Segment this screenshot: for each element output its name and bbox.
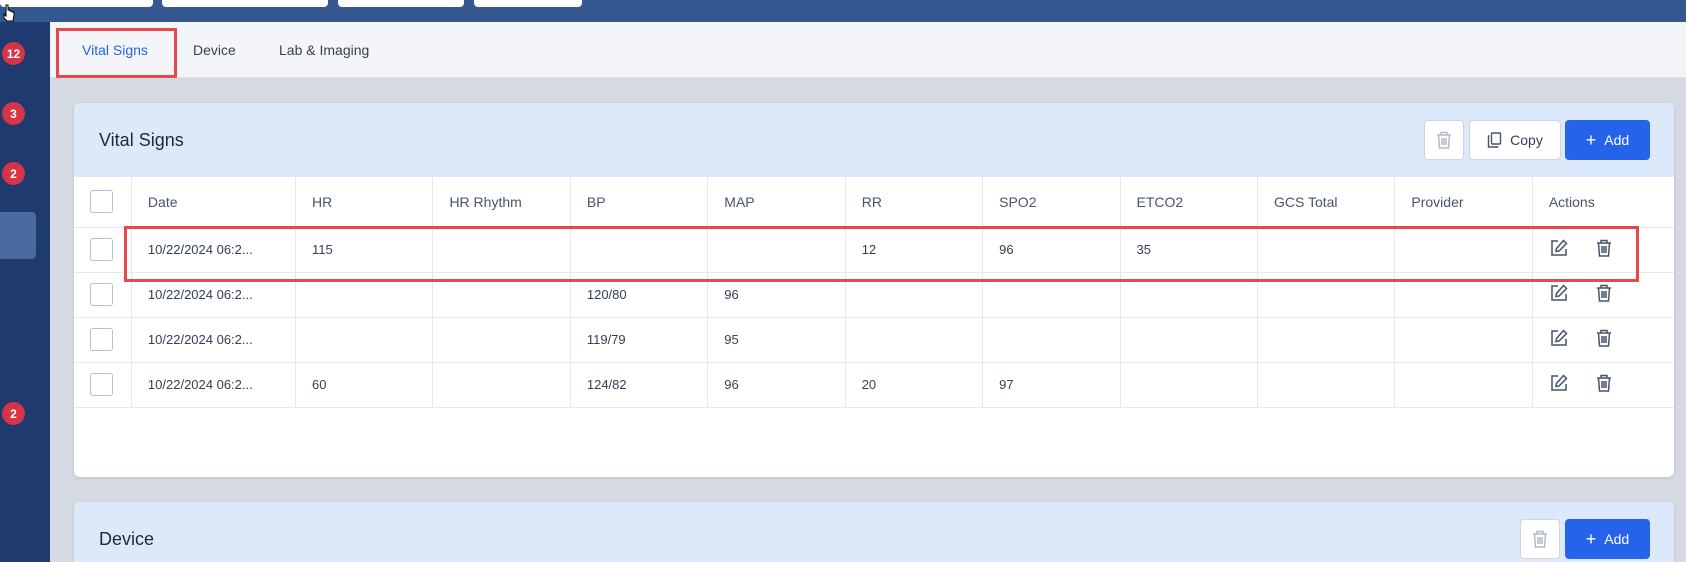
row-checkbox[interactable]: [90, 283, 113, 306]
copy-button[interactable]: Copy: [1469, 120, 1561, 160]
column-header[interactable]: RR: [845, 177, 984, 228]
trash-icon: [1533, 530, 1547, 548]
add-button-label: Add: [1604, 132, 1630, 148]
edit-row-button[interactable]: [1549, 283, 1569, 306]
column-header[interactable]: Provider: [1394, 177, 1533, 228]
cell-map: 96: [707, 362, 846, 408]
highlight-box-row: [124, 226, 1639, 282]
column-header[interactable]: MAP: [707, 177, 846, 228]
delete-row-button[interactable]: [1595, 328, 1613, 351]
highlight-box-tab: [56, 28, 177, 78]
vital-signs-card: Vital Signs Copy + Add Date HR HR Rhythm…: [74, 103, 1674, 477]
cell-hr: 60: [295, 362, 434, 408]
column-header[interactable]: Date: [131, 177, 297, 228]
top-bar-button-3[interactable]: [338, 0, 464, 7]
top-bar-button-1[interactable]: [0, 0, 153, 7]
row-actions: [1532, 317, 1674, 363]
cell-rr: 20: [845, 362, 984, 408]
delete-row-button[interactable]: [1595, 373, 1613, 396]
top-bar: [0, 0, 1686, 22]
vital-signs-title: Vital Signs: [99, 129, 184, 150]
cell-bp: 124/82: [570, 362, 709, 408]
device-card-header: Device + Add: [74, 502, 1674, 562]
cell-spo2: [982, 317, 1121, 363]
device-title: Device: [99, 528, 155, 549]
table-row[interactable]: 10/22/2024 06:2... 60 124/82 96 20 97: [74, 362, 1674, 408]
delete-selected-button[interactable]: [1424, 120, 1464, 160]
cell-date: 10/22/2024 06:2...: [131, 362, 297, 408]
cell-bp: 119/79: [570, 317, 709, 363]
trash-icon: [1596, 374, 1611, 392]
row-checkbox[interactable]: [90, 328, 113, 351]
cell-hr-rhythm: [432, 362, 571, 408]
plus-icon: +: [1585, 529, 1597, 549]
row-select-cell: [74, 362, 132, 408]
copy-button-label: Copy: [1510, 132, 1543, 148]
trash-icon: [1596, 284, 1611, 302]
top-bar-button-2[interactable]: [162, 0, 328, 7]
add-device-button-label: Add: [1604, 531, 1630, 547]
row-checkbox[interactable]: [90, 373, 113, 396]
column-header[interactable]: ETCO2: [1120, 177, 1258, 228]
add-device-button[interactable]: + Add: [1565, 519, 1650, 559]
cell-provider: [1394, 317, 1533, 363]
row-checkbox[interactable]: [90, 238, 113, 261]
tab-device[interactable]: Device: [193, 22, 236, 78]
sidebar-badge: 3: [2, 102, 25, 125]
table-header-row: Date HR HR Rhythm BP MAP RR SPO2 ETCO2 G…: [74, 177, 1674, 228]
cell-provider: [1394, 362, 1533, 408]
device-card: Device + Add: [74, 502, 1674, 562]
sidebar-badge: 2: [2, 162, 25, 185]
column-header: Actions: [1532, 177, 1674, 228]
copy-icon: [1487, 132, 1502, 148]
tab-lab-imaging[interactable]: Lab & Imaging: [279, 22, 369, 78]
top-bar-button-4[interactable]: [474, 0, 582, 7]
sidebar-item-active[interactable]: [0, 212, 36, 259]
table-row[interactable]: 10/22/2024 06:2... 119/79 95: [74, 317, 1674, 363]
delete-device-selected-button[interactable]: [1520, 519, 1560, 559]
edit-row-button[interactable]: [1549, 373, 1569, 396]
edit-icon: [1551, 284, 1568, 301]
tab-bar: Vital Signs Device Lab & Imaging: [50, 22, 1686, 78]
select-all-cell: [74, 177, 132, 228]
cell-gcs: [1257, 317, 1396, 363]
select-all-checkbox[interactable]: [90, 190, 113, 214]
row-select-cell: [74, 272, 132, 318]
column-header[interactable]: SPO2: [982, 177, 1121, 228]
row-select-cell: [74, 317, 132, 363]
edit-icon: [1551, 374, 1568, 391]
trash-icon: [1437, 131, 1451, 149]
column-header[interactable]: GCS Total: [1257, 177, 1396, 228]
edit-row-button[interactable]: [1549, 328, 1569, 351]
delete-row-button[interactable]: [1595, 283, 1613, 306]
cell-gcs: [1257, 362, 1396, 408]
mouse-cursor-icon: [3, 4, 15, 22]
cell-spo2: 97: [982, 362, 1121, 408]
cell-date: 10/22/2024 06:2...: [131, 317, 297, 363]
cell-hr: [295, 317, 434, 363]
column-header[interactable]: BP: [570, 177, 709, 228]
cell-etco2: [1120, 317, 1258, 363]
plus-icon: +: [1585, 130, 1597, 150]
sidebar-badge: 2: [2, 402, 25, 425]
row-select-cell: [74, 227, 132, 273]
vital-signs-card-header: Vital Signs Copy + Add: [74, 103, 1674, 177]
row-actions: [1532, 362, 1674, 408]
vital-signs-table: Date HR HR Rhythm BP MAP RR SPO2 ETCO2 G…: [74, 177, 1674, 408]
column-header[interactable]: HR: [295, 177, 434, 228]
trash-icon: [1596, 329, 1611, 347]
cell-etco2: [1120, 362, 1258, 408]
sidebar-badge: 12: [2, 42, 25, 65]
cell-hr-rhythm: [432, 317, 571, 363]
add-vital-button[interactable]: + Add: [1565, 120, 1650, 160]
edit-icon: [1551, 329, 1568, 346]
sidebar: 12 3 2 2: [0, 22, 50, 562]
cell-rr: [845, 317, 984, 363]
cell-map: 95: [707, 317, 846, 363]
column-header[interactable]: HR Rhythm: [432, 177, 571, 228]
